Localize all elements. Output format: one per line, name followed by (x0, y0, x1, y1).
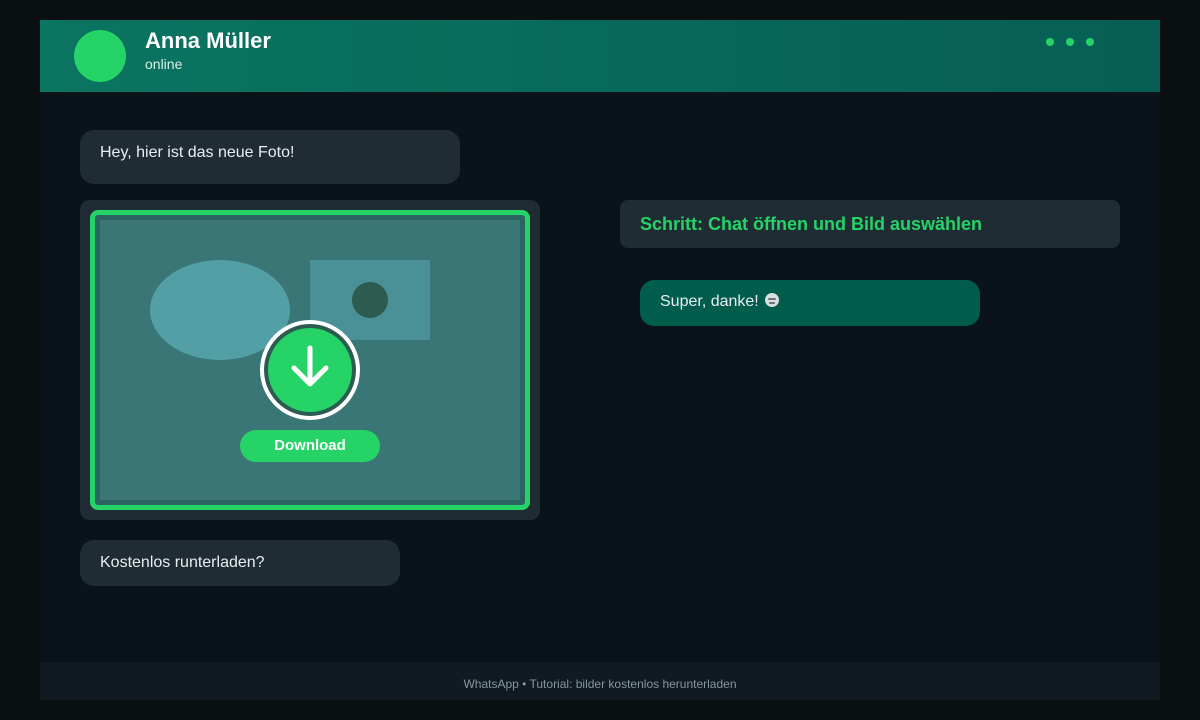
message-text: Super, danke! (660, 293, 759, 310)
menu-dot (1086, 38, 1094, 46)
image-message[interactable]: Download (80, 200, 540, 520)
download-button[interactable]: Download (240, 430, 380, 462)
incoming-message[interactable]: Kostenlos runterladen? (80, 540, 400, 586)
chat-header: Anna Müller online (40, 20, 1160, 92)
image-preview[interactable]: Download (100, 220, 520, 500)
expressionless-face-icon (764, 293, 779, 307)
image-highlight-frame: Download (90, 210, 530, 510)
footer: WhatsApp • Tutorial: bilder kostenlos he… (40, 662, 1160, 700)
menu-dot (1066, 38, 1074, 46)
more-dots-icon[interactable] (1040, 34, 1100, 50)
outgoing-message[interactable]: Super, danke! (640, 280, 980, 326)
message-text: Hey, hier ist das neue Foto! (100, 144, 295, 161)
contact-name[interactable]: Anna Müller (145, 28, 271, 54)
contact-status: online (145, 56, 183, 72)
message-text: Kostenlos runterladen? (100, 554, 265, 571)
avatar[interactable] (74, 30, 126, 82)
step-banner-text: Schritt: Chat öffnen und Bild auswählen (640, 214, 982, 234)
incoming-message[interactable]: Hey, hier ist das neue Foto! (80, 130, 460, 184)
menu-dot (1046, 38, 1054, 46)
download-circle-button[interactable] (260, 320, 360, 420)
download-circle-inner (268, 328, 352, 412)
step-banner: Schritt: Chat öffnen und Bild auswählen (620, 200, 1120, 248)
image-placeholder-circle (352, 282, 388, 318)
download-arrow-icon (291, 345, 329, 387)
chat-window: Anna Müller online Hey, hier ist das neu… (40, 20, 1160, 700)
footer-text: WhatsApp • Tutorial: bilder kostenlos he… (463, 677, 737, 691)
